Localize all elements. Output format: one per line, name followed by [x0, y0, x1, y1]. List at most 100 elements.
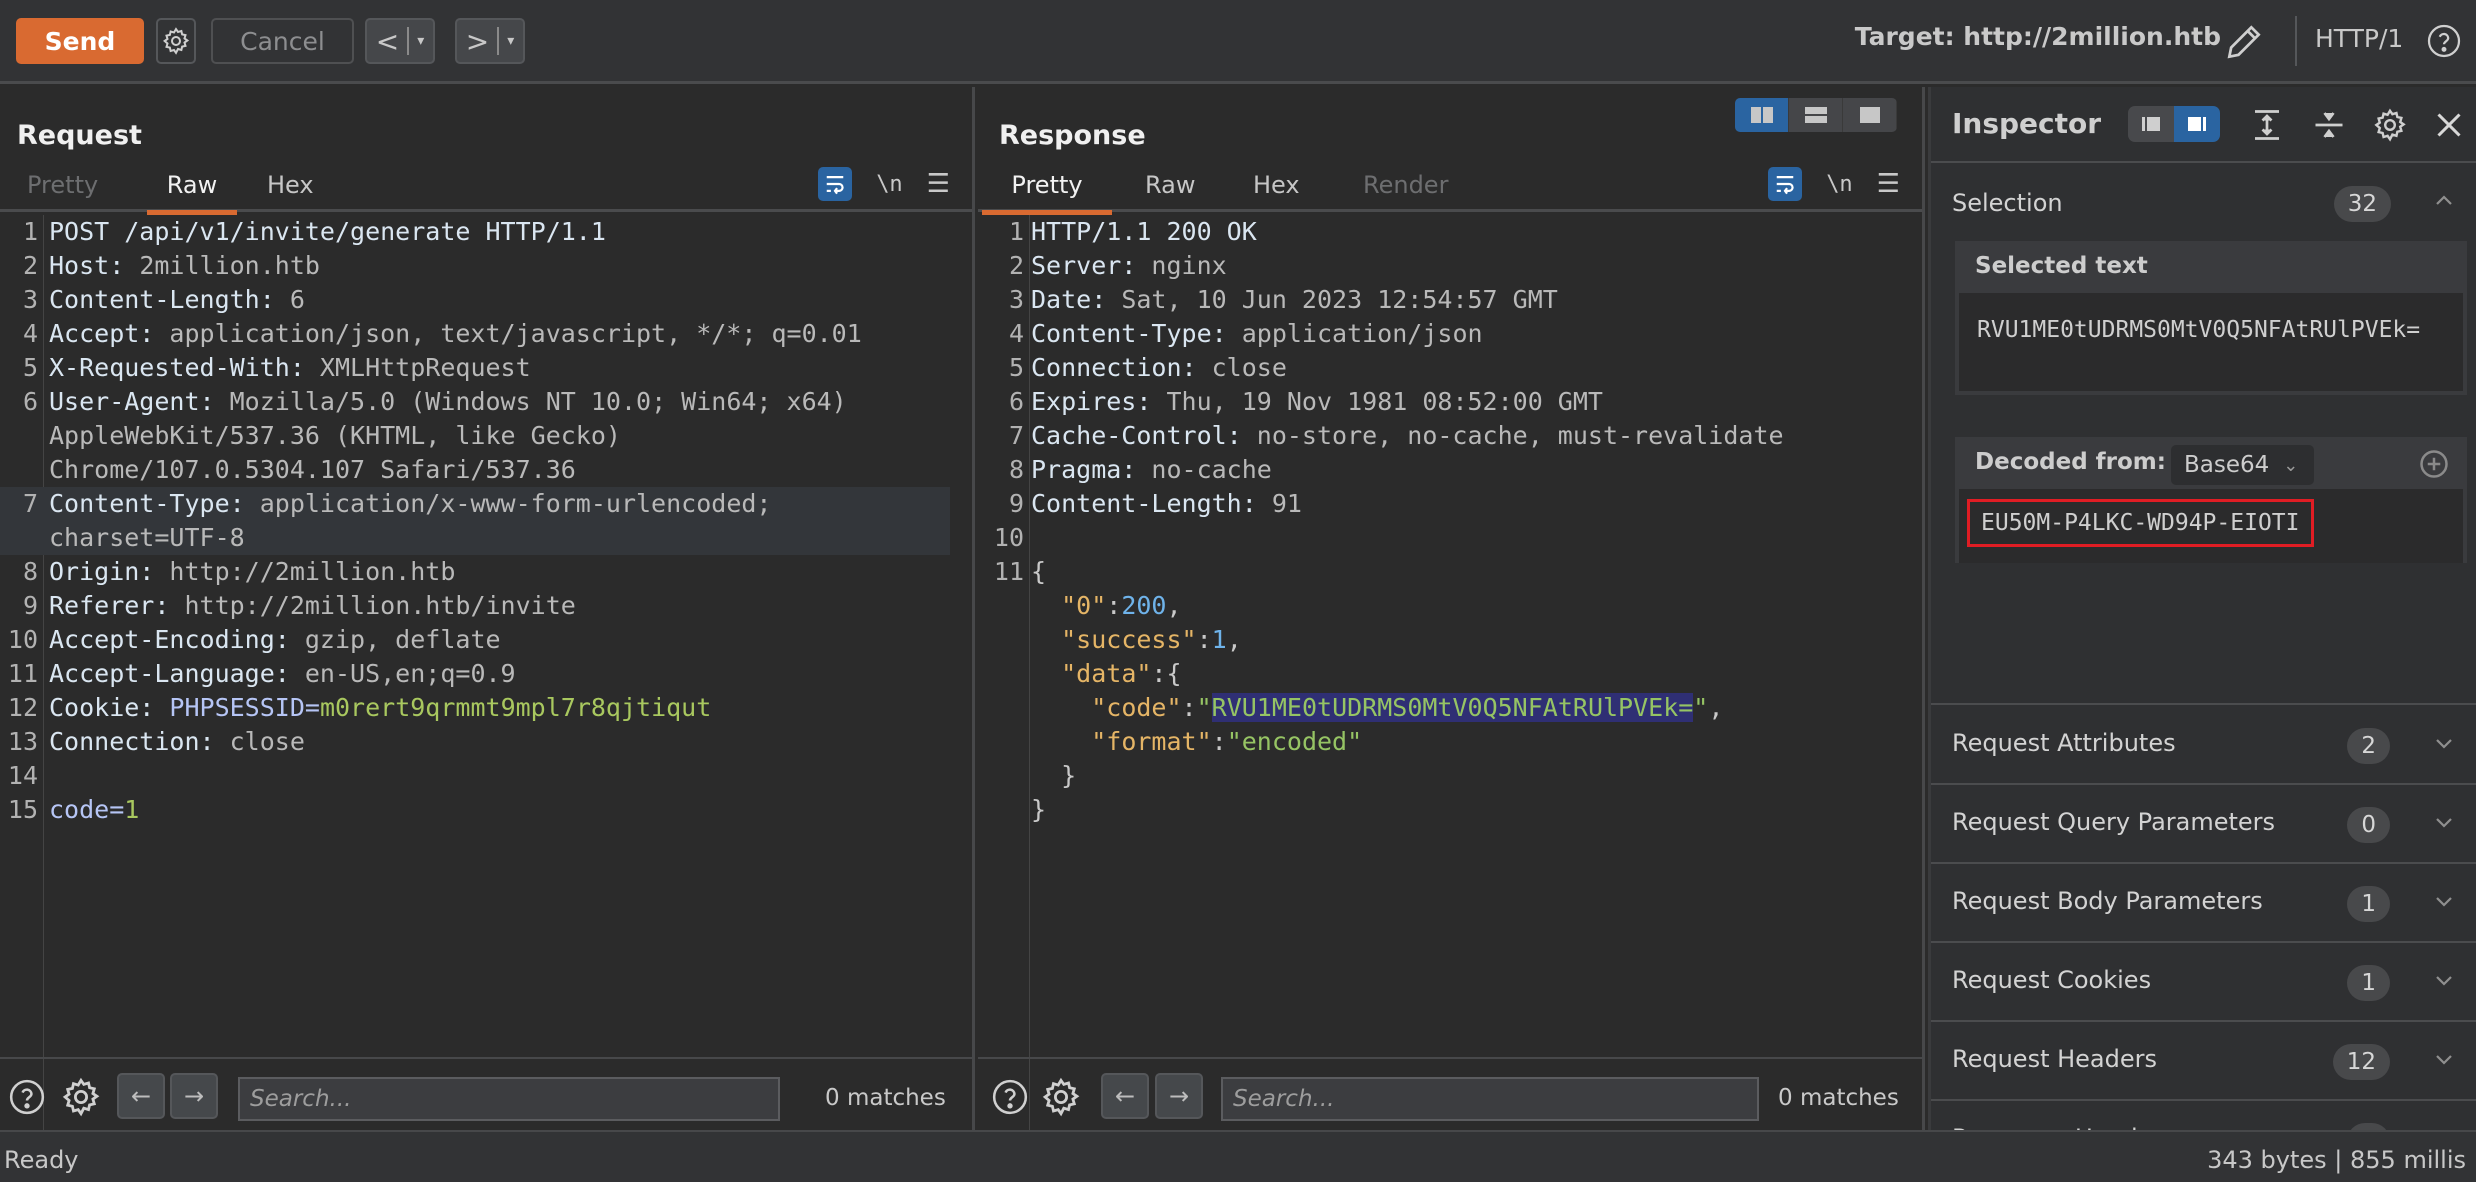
dropdown-arrow-icon[interactable]: ▾: [417, 33, 424, 49]
request-editor[interactable]: 1 POST /api/v1/invite/generate HTTP/1.1 2 H…: [0, 215, 972, 1145]
back-button[interactable]: < ▾: [365, 18, 435, 64]
line-number: 6: [1008, 387, 1024, 416]
add-decoder-icon[interactable]: [2419, 449, 2449, 479]
previous-match-button[interactable]: ←: [117, 1073, 165, 1119]
chevron-down-icon[interactable]: [2432, 731, 2456, 755]
top-toolbar: Send Cancel < ▾ > ▾ Target: http://2mill…: [0, 0, 2476, 84]
line-number: 11: [993, 557, 1024, 586]
header-name: Content-Type:: [1031, 319, 1227, 348]
selected-text-value[interactable]: RVU1ME0tUDRMS0MtV0Q5NFAtRUlPVEk=: [1959, 293, 2463, 391]
panel-splitter[interactable]: [972, 87, 975, 1130]
code-line: 2 Host: 2million.htb: [0, 249, 972, 283]
word-wrap-toggle[interactable]: [1768, 167, 1803, 201]
close-icon[interactable]: [2431, 107, 2467, 143]
tab-request-pretty[interactable]: Pretty: [17, 171, 108, 209]
send-button[interactable]: Send: [16, 18, 144, 64]
json-number: 1: [1211, 625, 1227, 654]
edit-target-button[interactable]: [2222, 20, 2266, 64]
gear-icon[interactable]: [1040, 1075, 1082, 1119]
chevron-down-icon[interactable]: [2432, 810, 2456, 834]
code-line: 3 Date: Sat, 10 Jun 2023 12:54:57 GMT: [978, 283, 1922, 317]
cancel-button[interactable]: Cancel: [211, 18, 354, 64]
request-search-bar: ← → 0 matches: [0, 1057, 972, 1129]
inspector-section-request-attributes[interactable]: Request Attributes 2: [1931, 707, 2476, 785]
tab-response-hex[interactable]: Hex: [1243, 171, 1310, 209]
header-name: Referer:: [49, 591, 170, 620]
code-line: 7 Cache-Control: no-store, no-cache, must…: [978, 419, 1922, 453]
json-colon: :: [1211, 727, 1227, 756]
http-version-toggle[interactable]: HTTP/1: [2315, 24, 2403, 53]
dock-left-button[interactable]: [2128, 106, 2174, 142]
header-name: Origin:: [49, 557, 155, 586]
layout-stacked-button[interactable]: [1789, 98, 1843, 132]
tab-response-render[interactable]: Render: [1353, 171, 1458, 209]
json-colon: :: [1181, 693, 1197, 722]
request-search-input[interactable]: [238, 1077, 780, 1121]
menu-icon[interactable]: ☰: [927, 169, 950, 199]
help-icon[interactable]: [991, 1077, 1029, 1117]
header-name: Accept-Encoding:: [49, 625, 290, 654]
code-line: "success":1,: [978, 623, 1922, 657]
response-title: Response: [999, 120, 1146, 151]
gear-icon[interactable]: [60, 1075, 102, 1119]
code-line: 8 Pragma: no-cache: [978, 453, 1922, 487]
tab-response-pretty[interactable]: Pretty: [982, 171, 1112, 215]
body-param-name: code: [49, 795, 110, 824]
json-body: 11{ "0":200, "success":1, "data":{ "code…: [978, 555, 1922, 827]
menu-icon[interactable]: ☰: [1877, 169, 1900, 199]
chevron-down-icon[interactable]: [2432, 968, 2456, 992]
json-brace: }: [1031, 795, 1047, 824]
body-param-equals: =: [109, 795, 125, 824]
next-match-button[interactable]: →: [170, 1073, 218, 1119]
settings-button[interactable]: [156, 18, 196, 64]
inspector-splitter[interactable]: [1922, 87, 1925, 1130]
newline-toggle[interactable]: \n: [876, 172, 903, 197]
code-line: }: [978, 793, 1922, 827]
expand-all-icon[interactable]: [2249, 107, 2285, 143]
selected-code-value[interactable]: RVU1ME0tUDRMS0MtV0Q5NFAtRUlPVEk=: [1211, 693, 1694, 722]
next-match-button[interactable]: →: [1155, 1073, 1203, 1119]
code-line: 7 Content-Type: application/x-www-form-ur…: [0, 487, 950, 521]
layout-tabs-button[interactable]: [1843, 98, 1897, 132]
header-name: Expires:: [1031, 387, 1152, 416]
decoder-select[interactable]: Base64 ⌄: [2171, 445, 2314, 485]
word-wrap-toggle[interactable]: [818, 167, 853, 201]
collapse-all-icon[interactable]: [2311, 107, 2347, 143]
inspector-section-request-query-parameters[interactable]: Request Query Parameters 0: [1931, 786, 2476, 864]
header-value: en-US,en;q=0.9: [289, 659, 516, 688]
line-number: 10: [993, 523, 1024, 552]
separator: [407, 27, 410, 55]
chevron-up-icon[interactable]: [2432, 189, 2456, 213]
inspector-section-request-body-parameters[interactable]: Request Body Parameters 1: [1931, 865, 2476, 943]
section-count-badge: 1: [2347, 965, 2390, 1001]
request-panel: Request Pretty Raw Hex \n ☰ 1 POST /api/v…: [0, 87, 972, 1145]
inspector-section-request-cookies[interactable]: Request Cookies 1: [1931, 944, 2476, 1022]
gear-icon[interactable]: [2372, 107, 2408, 143]
inspector-layout-toggle: [2128, 106, 2220, 142]
json-comma: ,: [1708, 693, 1724, 722]
header-name: User-Agent:: [49, 387, 215, 416]
decoded-value[interactable]: EU50M-P4LKC-WD94P-EIOTI: [1967, 499, 2314, 547]
tab-request-raw[interactable]: Raw: [147, 171, 237, 215]
previous-match-button[interactable]: ←: [1101, 1073, 1149, 1119]
forward-button[interactable]: > ▾: [455, 18, 525, 64]
newline-toggle[interactable]: \n: [1826, 172, 1853, 197]
tab-request-hex[interactable]: Hex: [257, 171, 324, 209]
chevron-down-icon[interactable]: [2432, 1047, 2456, 1071]
inspector-section-request-headers[interactable]: Request Headers 12: [1931, 1023, 2476, 1101]
layout-side-by-side-button[interactable]: [1735, 98, 1789, 132]
header-value: 6: [274, 285, 305, 314]
json-colon: :: [1106, 591, 1122, 620]
dropdown-arrow-icon[interactable]: ▾: [507, 33, 514, 49]
help-button[interactable]: [2426, 21, 2462, 61]
header-value: 2million.htb: [124, 251, 320, 280]
section-count-badge: 2: [2347, 728, 2390, 764]
header-value: nginx: [1136, 251, 1227, 280]
dock-right-button[interactable]: [2174, 106, 2220, 142]
help-icon[interactable]: [8, 1077, 46, 1117]
response-editor[interactable]: 1 HTTP/1.1 200 OK 2 Server: nginx 3 Date: Sat…: [978, 215, 1922, 1145]
tab-response-raw[interactable]: Raw: [1135, 171, 1205, 209]
section-label: Request Query Parameters: [1952, 808, 2276, 836]
chevron-down-icon[interactable]: [2432, 889, 2456, 913]
response-search-input[interactable]: [1221, 1077, 1759, 1121]
